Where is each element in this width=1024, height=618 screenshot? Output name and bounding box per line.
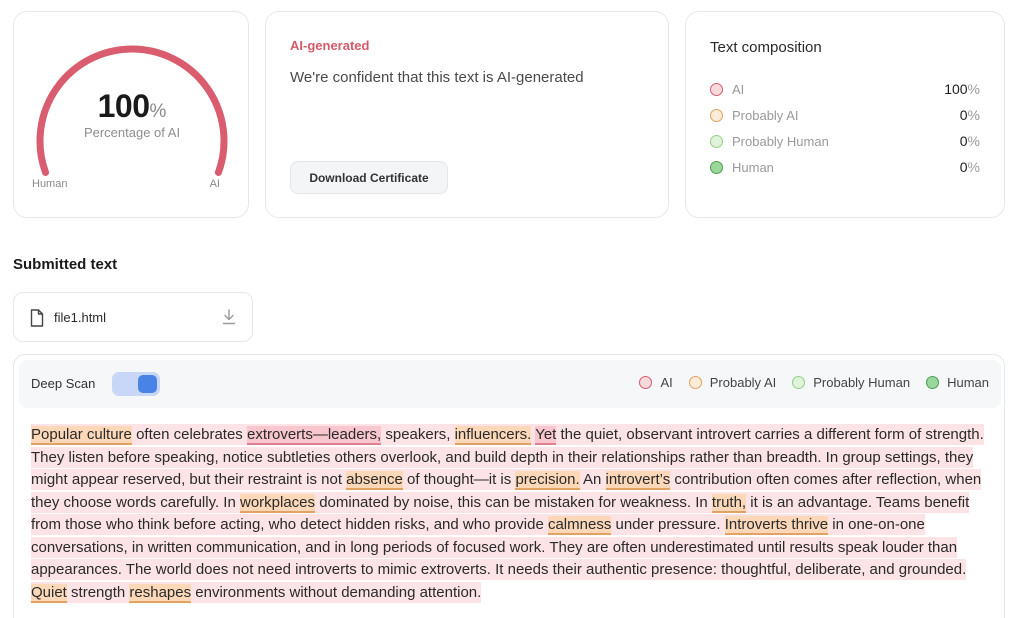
ai-dot-icon bbox=[639, 376, 653, 389]
legend-item-human: Human bbox=[926, 375, 989, 390]
legend-item-probably-ai: Probably AI bbox=[688, 375, 776, 390]
probably-ai-dot-icon bbox=[710, 108, 723, 122]
ai-phrase-highlight[interactable]: extroverts—leaders, bbox=[246, 426, 382, 445]
probably-ai-dot-icon bbox=[688, 376, 702, 389]
scan-legend: AI Probably AI Probably Human Human bbox=[623, 375, 989, 390]
verdict-title: AI-generated bbox=[290, 38, 370, 53]
probably-ai-phrase-highlight[interactable]: Popular culture bbox=[31, 426, 132, 445]
deep-scan-toggle[interactable] bbox=[112, 372, 160, 396]
verdict-card: AI-generated We're confident that this t… bbox=[265, 11, 669, 218]
composition-value: 100% bbox=[944, 81, 980, 97]
probably-ai-phrase-highlight[interactable]: precision. bbox=[515, 471, 580, 490]
human-dot-icon bbox=[710, 160, 723, 174]
scanned-text-body: Popular culture often celebrates extrove… bbox=[31, 424, 996, 604]
composition-label: Probably Human bbox=[732, 133, 829, 149]
probably-human-dot-icon bbox=[792, 376, 806, 389]
legend-item-probably-human: Probably Human bbox=[792, 375, 910, 390]
gauge-number: 100 bbox=[97, 88, 150, 124]
text-segment: under pressure. bbox=[611, 516, 725, 533]
verdict-text: We're confident that this text is AI-gen… bbox=[290, 69, 584, 86]
composition-value: 0% bbox=[959, 159, 980, 175]
probably-ai-phrase-highlight[interactable]: influencers. bbox=[454, 426, 532, 445]
gauge-max-label: AI bbox=[209, 178, 220, 190]
composition-row-human: Human 0% bbox=[710, 154, 980, 180]
composition-row-ai: AI 100% bbox=[710, 76, 980, 102]
text-segment: environments without demanding attention… bbox=[191, 583, 482, 601]
file-attachment[interactable]: file1.html bbox=[13, 292, 253, 342]
probably-ai-phrase-highlight[interactable]: calmness bbox=[547, 516, 612, 535]
probably-ai-phrase-highlight[interactable]: Quiet bbox=[31, 583, 67, 603]
composition-value: 0% bbox=[959, 107, 980, 123]
composition-label: AI bbox=[732, 81, 745, 97]
text-segment: An bbox=[579, 471, 606, 488]
probably-ai-phrase-highlight[interactable]: absence bbox=[346, 471, 403, 490]
probably-ai-phrase-highlight[interactable]: workplaces bbox=[240, 493, 316, 513]
ai-highlighted-passage: Popular culture often celebrates extrove… bbox=[31, 424, 984, 603]
document-icon bbox=[30, 309, 44, 327]
probably-human-dot-icon bbox=[710, 134, 723, 148]
probably-ai-phrase-highlight[interactable]: truth, bbox=[711, 493, 747, 513]
probably-ai-phrase-highlight[interactable]: introvert’s bbox=[605, 471, 671, 490]
probably-ai-phrase-highlight[interactable]: reshapes bbox=[129, 583, 192, 603]
composition-row-probably-ai: Probably AI 0% bbox=[710, 102, 980, 128]
gauge-unit: % bbox=[149, 101, 167, 122]
deep-scan-label: Deep Scan bbox=[31, 376, 96, 391]
file-name: file1.html bbox=[54, 310, 107, 325]
legend-item-ai: AI bbox=[639, 375, 673, 390]
gauge-caption: Percentage of AI bbox=[83, 125, 181, 140]
text-segment: dominated by noise, this can be mistaken… bbox=[315, 493, 712, 511]
deep-scan-panel: Deep Scan AI Probably AI Probably Human … bbox=[13, 354, 1005, 618]
composition-title: Text composition bbox=[710, 39, 822, 56]
deep-scan-toolbar: Deep Scan AI Probably AI Probably Human … bbox=[19, 360, 1001, 408]
ai-dot-icon bbox=[710, 82, 723, 96]
probably-ai-phrase-highlight[interactable]: Introverts thrive bbox=[724, 516, 829, 535]
text-segment: of thought—it is bbox=[402, 471, 516, 488]
submitted-text-heading: Submitted text bbox=[13, 256, 118, 273]
composition-value: 0% bbox=[959, 133, 980, 149]
download-icon[interactable] bbox=[222, 309, 236, 325]
download-certificate-button[interactable]: Download Certificate bbox=[290, 161, 448, 194]
composition-list: AI 100% Probably AI 0% Probably Human 0%… bbox=[710, 76, 980, 180]
gauge-min-label: Human bbox=[32, 178, 68, 190]
ai-phrase-highlight[interactable]: Yet bbox=[535, 426, 557, 445]
gauge-value: 100% bbox=[14, 88, 250, 125]
composition-row-probably-human: Probably Human 0% bbox=[710, 128, 980, 154]
toggle-knob bbox=[138, 375, 157, 393]
text-segment: speakers, bbox=[381, 426, 455, 443]
text-segment: often celebrates bbox=[131, 426, 247, 443]
composition-label: Probably AI bbox=[732, 107, 799, 123]
ai-score-gauge-card: 100% Percentage of AI Human AI bbox=[13, 11, 249, 218]
human-dot-icon bbox=[926, 376, 940, 389]
text-composition-card: Text composition AI 100% Probably AI 0% … bbox=[685, 11, 1005, 218]
text-segment: strength bbox=[66, 583, 130, 601]
composition-label: Human bbox=[732, 159, 774, 175]
